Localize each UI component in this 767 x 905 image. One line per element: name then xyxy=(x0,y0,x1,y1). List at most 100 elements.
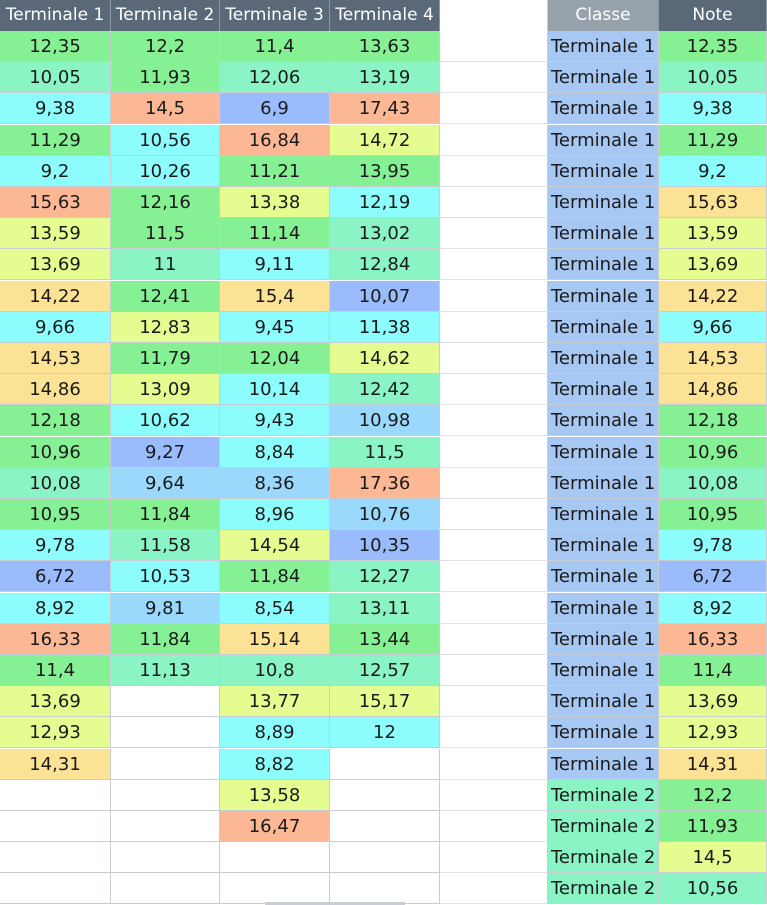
cell-note[interactable]: 11,93 xyxy=(659,811,767,842)
cell-terminale-4[interactable] xyxy=(330,842,440,874)
cell-terminale-1[interactable]: 12,35 xyxy=(0,31,111,62)
header-note[interactable]: Note xyxy=(659,0,767,31)
cell-terminale-4[interactable]: 13,44 xyxy=(330,623,440,655)
cell-terminale-1[interactable]: 8,92 xyxy=(0,592,111,624)
cell-terminale-3[interactable]: 10,8 xyxy=(220,655,330,686)
cell-blank[interactable] xyxy=(440,155,548,187)
cell-blank[interactable] xyxy=(440,717,548,749)
cell-terminale-2[interactable]: 9,64 xyxy=(111,467,220,499)
cell-blank[interactable] xyxy=(440,311,548,343)
cell-terminale-1[interactable]: 10,95 xyxy=(0,499,111,530)
cell-blank[interactable] xyxy=(440,873,548,905)
cell-classe[interactable]: Terminale 1 xyxy=(548,655,659,686)
cell-terminale-3[interactable]: 11,84 xyxy=(220,561,330,593)
cell-terminale-4[interactable]: 10,98 xyxy=(330,405,440,437)
cell-classe[interactable]: Terminale 1 xyxy=(548,686,659,718)
cell-note[interactable]: 6,72 xyxy=(659,561,767,593)
cell-terminale-3[interactable]: 8,96 xyxy=(220,499,330,530)
cell-terminale-1[interactable]: 14,53 xyxy=(0,343,111,374)
cell-note[interactable]: 16,33 xyxy=(659,623,767,655)
cell-terminale-2[interactable] xyxy=(111,873,220,905)
cell-note[interactable]: 12,35 xyxy=(659,31,767,62)
cell-terminale-1[interactable]: 13,69 xyxy=(0,249,111,281)
cell-blank[interactable] xyxy=(440,561,548,593)
cell-terminale-3[interactable]: 15,14 xyxy=(220,623,330,655)
cell-terminale-1[interactable] xyxy=(0,779,111,811)
cell-note[interactable]: 9,78 xyxy=(659,530,767,562)
cell-terminale-2[interactable]: 10,53 xyxy=(111,561,220,593)
cell-terminale-2[interactable] xyxy=(111,779,220,811)
cell-terminale-4[interactable]: 13,11 xyxy=(330,592,440,624)
cell-note[interactable]: 10,08 xyxy=(659,467,767,499)
cell-terminale-3[interactable]: 9,45 xyxy=(220,311,330,343)
cell-classe[interactable]: Terminale 1 xyxy=(548,499,659,530)
cell-classe[interactable]: Terminale 2 xyxy=(548,779,659,811)
cell-terminale-4[interactable]: 17,43 xyxy=(330,93,440,125)
cell-blank[interactable] xyxy=(440,436,548,468)
cell-classe[interactable]: Terminale 1 xyxy=(548,592,659,624)
cell-terminale-2[interactable]: 10,62 xyxy=(111,405,220,437)
cell-terminale-4[interactable]: 12 xyxy=(330,717,440,749)
cell-terminale-1[interactable]: 12,18 xyxy=(0,405,111,437)
cell-terminale-3[interactable]: 11,4 xyxy=(220,31,330,62)
cell-terminale-3[interactable]: 8,84 xyxy=(220,436,330,468)
cell-terminale-1[interactable]: 10,05 xyxy=(0,62,111,94)
cell-classe[interactable]: Terminale 2 xyxy=(548,873,659,905)
header-blank[interactable] xyxy=(440,0,548,31)
cell-note[interactable]: 11,4 xyxy=(659,655,767,686)
cell-blank[interactable] xyxy=(440,655,548,686)
cell-classe[interactable]: Terminale 1 xyxy=(548,748,659,780)
cell-note[interactable]: 14,86 xyxy=(659,374,767,406)
cell-terminale-3[interactable]: 11,21 xyxy=(220,155,330,187)
cell-classe[interactable]: Terminale 1 xyxy=(548,530,659,562)
cell-blank[interactable] xyxy=(440,779,548,811)
cell-terminale-1[interactable]: 16,33 xyxy=(0,623,111,655)
cell-terminale-2[interactable]: 12,83 xyxy=(111,311,220,343)
cell-terminale-2[interactable]: 11,79 xyxy=(111,343,220,374)
cell-terminale-4[interactable]: 13,02 xyxy=(330,218,440,250)
cell-terminale-1[interactable]: 9,2 xyxy=(0,155,111,187)
cell-terminale-1[interactable] xyxy=(0,842,111,874)
header-classe[interactable]: Classe xyxy=(548,0,659,31)
cell-terminale-3[interactable]: 14,54 xyxy=(220,530,330,562)
cell-terminale-3[interactable]: 10,14 xyxy=(220,374,330,406)
cell-terminale-2[interactable]: 11,5 xyxy=(111,218,220,250)
cell-blank[interactable] xyxy=(440,93,548,125)
cell-note[interactable]: 9,38 xyxy=(659,93,767,125)
cell-terminale-1[interactable]: 9,38 xyxy=(0,93,111,125)
cell-terminale-1[interactable]: 10,96 xyxy=(0,436,111,468)
cell-note[interactable]: 15,63 xyxy=(659,187,767,218)
cell-classe[interactable]: Terminale 1 xyxy=(548,405,659,437)
cell-classe[interactable]: Terminale 1 xyxy=(548,374,659,406)
cell-terminale-2[interactable]: 12,16 xyxy=(111,187,220,218)
cell-classe[interactable]: Terminale 1 xyxy=(548,343,659,374)
cell-terminale-4[interactable]: 10,76 xyxy=(330,499,440,530)
cell-note[interactable]: 13,59 xyxy=(659,218,767,250)
cell-terminale-4[interactable]: 12,57 xyxy=(330,655,440,686)
cell-classe[interactable]: Terminale 1 xyxy=(548,467,659,499)
cell-blank[interactable] xyxy=(440,249,548,281)
cell-terminale-3[interactable]: 8,54 xyxy=(220,592,330,624)
cell-blank[interactable] xyxy=(440,31,548,62)
cell-terminale-3[interactable]: 15,4 xyxy=(220,280,330,312)
cell-terminale-1[interactable]: 12,93 xyxy=(0,717,111,749)
cell-classe[interactable]: Terminale 1 xyxy=(548,280,659,312)
cell-terminale-1[interactable]: 14,22 xyxy=(0,280,111,312)
cell-terminale-3[interactable]: 6,9 xyxy=(220,93,330,125)
cell-terminale-2[interactable] xyxy=(111,717,220,749)
cell-classe[interactable]: Terminale 1 xyxy=(548,436,659,468)
cell-terminale-4[interactable]: 10,35 xyxy=(330,530,440,562)
cell-terminale-1[interactable]: 11,29 xyxy=(0,124,111,156)
cell-terminale-4[interactable] xyxy=(330,873,440,905)
cell-terminale-1[interactable]: 9,66 xyxy=(0,311,111,343)
cell-terminale-2[interactable] xyxy=(111,686,220,718)
cell-terminale-2[interactable]: 11,84 xyxy=(111,623,220,655)
cell-note[interactable]: 10,96 xyxy=(659,436,767,468)
cell-blank[interactable] xyxy=(440,686,548,718)
cell-blank[interactable] xyxy=(440,592,548,624)
header-terminale-2[interactable]: Terminale 2 xyxy=(111,0,220,31)
cell-terminale-2[interactable]: 10,26 xyxy=(111,155,220,187)
cell-blank[interactable] xyxy=(440,467,548,499)
cell-note[interactable]: 11,29 xyxy=(659,124,767,156)
cell-terminale-4[interactable]: 10,07 xyxy=(330,280,440,312)
